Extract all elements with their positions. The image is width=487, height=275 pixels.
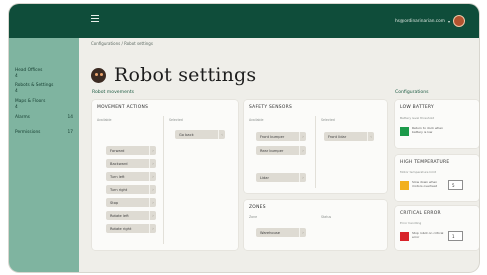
- add-icon[interactable]: ›: [149, 224, 156, 233]
- card-subtitle: Error handling: [400, 221, 422, 225]
- sensor-selected[interactable]: Front lidar ‹: [324, 132, 374, 141]
- movement-option[interactable]: Stop ›: [106, 198, 156, 207]
- column-label-selected: Selected: [321, 118, 335, 122]
- sidebar-item-permissions[interactable]: Permissions 17: [15, 130, 73, 135]
- add-icon[interactable]: ›: [299, 173, 306, 182]
- sidebar: Head Offices 4 Robots & Settings 4 Maps …: [9, 38, 79, 272]
- card-title: CRITICAL ERROR: [400, 211, 441, 216]
- add-icon[interactable]: ›: [149, 198, 156, 207]
- add-icon[interactable]: ›: [299, 132, 306, 141]
- remove-icon[interactable]: ›: [299, 228, 306, 237]
- card-subtitle: Battery level threshold: [400, 116, 435, 120]
- column-label-available: Available: [249, 118, 264, 122]
- section-heading-movements: Robot movements: [92, 90, 135, 95]
- movement-option[interactable]: Forward ›: [106, 146, 156, 155]
- status-color-swatch[interactable]: [400, 232, 409, 241]
- sidebar-item-alarms[interactable]: Alarms 14: [15, 115, 73, 120]
- config-card-critical-error: CRITICAL ERROR Error handling Stop robot…: [395, 206, 479, 250]
- column-label-selected: Selected: [169, 118, 183, 122]
- column-label-zone: Zone: [249, 215, 258, 219]
- app-window: hs@ordinarinarian.com ▾ Head Offices 4 R…: [9, 4, 479, 272]
- status-color-swatch[interactable]: [400, 181, 409, 190]
- movement-selected[interactable]: Go back ‹: [175, 130, 225, 139]
- zone-option[interactable]: Warehouse ›: [256, 228, 306, 237]
- config-description: Stop robot on critical error: [412, 231, 444, 239]
- user-menu[interactable]: hs@ordinarinarian.com ▾: [395, 15, 465, 27]
- movement-option[interactable]: Turn right ›: [106, 185, 156, 194]
- page-header: Robot settings: [91, 64, 256, 86]
- divider: [163, 116, 164, 244]
- card-title: ZONES: [249, 205, 266, 210]
- sidebar-item-maps-count: 4: [15, 105, 73, 110]
- sidebar-item-count: 4: [15, 89, 18, 94]
- safety-sensors-card: SAFETY SENSORS Available Selected Front …: [244, 100, 387, 193]
- config-card-high-temperature: HIGH TEMPERATURE Motor temperature limit…: [395, 155, 479, 201]
- add-icon[interactable]: ›: [149, 159, 156, 168]
- card-title: HIGH TEMPERATURE: [400, 160, 450, 165]
- value-stepper[interactable]: 5: [448, 180, 463, 190]
- card-title: MOVEMENT ACTIONS: [97, 105, 149, 110]
- remove-icon[interactable]: ‹: [218, 130, 225, 139]
- sidebar-item-label: Maps & Floors: [15, 99, 46, 104]
- sidebar-item-label: Alarms: [15, 115, 30, 120]
- sensor-option[interactable]: Front bumper ›: [256, 132, 306, 141]
- top-bar: hs@ordinarinarian.com ▾: [9, 4, 479, 38]
- config-description: Return to dock when battery is low: [412, 126, 444, 134]
- sidebar-item-head-offices[interactable]: Head Offices: [15, 68, 73, 73]
- card-subtitle: Motor temperature limit: [400, 170, 437, 174]
- sidebar-item-count: 4: [15, 105, 18, 110]
- breadcrumb[interactable]: Configurations / Robot settings: [91, 41, 153, 46]
- robot-icon: [91, 67, 106, 83]
- add-icon[interactable]: ›: [149, 146, 156, 155]
- movement-option[interactable]: Rotate left ›: [106, 211, 156, 220]
- sidebar-item-label: Head Offices: [15, 68, 43, 73]
- status-color-swatch[interactable]: [400, 127, 409, 136]
- column-label-status: Status: [321, 215, 332, 219]
- sensor-option[interactable]: Rear bumper ›: [256, 146, 306, 155]
- zones-card: ZONES Zone Status Warehouse ›: [244, 200, 387, 250]
- sensor-option[interactable]: Lidar ›: [256, 173, 306, 182]
- sidebar-item-count: 4: [15, 74, 18, 79]
- sidebar-item-count: 17: [67, 130, 73, 135]
- movement-actions-card: MOVEMENT ACTIONS Available Selected Forw…: [92, 100, 238, 250]
- card-title: SAFETY SENSORS: [249, 105, 293, 110]
- sidebar-item-label: Robots & Settings: [15, 83, 54, 88]
- menu-icon[interactable]: [91, 15, 99, 23]
- sidebar-item-count: 14: [67, 115, 73, 120]
- divider: [315, 116, 316, 188]
- sidebar-item-head-offices-count: 4: [15, 74, 73, 79]
- chevron-down-icon: ▾: [447, 18, 450, 24]
- section-heading-configurations: Configurations: [395, 90, 429, 95]
- sidebar-item-label: Permissions: [15, 130, 41, 135]
- add-icon[interactable]: ›: [149, 172, 156, 181]
- sidebar-item-maps[interactable]: Maps & Floors: [15, 99, 73, 104]
- add-icon[interactable]: ›: [299, 146, 306, 155]
- movement-option[interactable]: Rotate right ›: [106, 224, 156, 233]
- page-title: Robot settings: [114, 64, 257, 86]
- breadcrumb-bar: Configurations / Robot settings: [79, 38, 479, 50]
- sidebar-item-robots-count: 4: [15, 89, 73, 94]
- card-title: LOW BATTERY: [400, 105, 434, 110]
- add-icon[interactable]: ›: [149, 185, 156, 194]
- config-description: Slow down when motors overheat: [412, 180, 438, 188]
- avatar[interactable]: [453, 15, 465, 27]
- remove-icon[interactable]: ‹: [367, 132, 374, 141]
- user-email: hs@ordinarinarian.com: [394, 18, 445, 24]
- column-label-available: Available: [97, 118, 112, 122]
- value-stepper[interactable]: 1: [448, 231, 463, 241]
- sidebar-item-robots[interactable]: Robots & Settings: [15, 83, 73, 88]
- movement-option[interactable]: Turn left ›: [106, 172, 156, 181]
- add-icon[interactable]: ›: [149, 211, 156, 220]
- movement-option[interactable]: Backward ›: [106, 159, 156, 168]
- config-card-low-battery: LOW BATTERY Battery level threshold Retu…: [395, 100, 479, 148]
